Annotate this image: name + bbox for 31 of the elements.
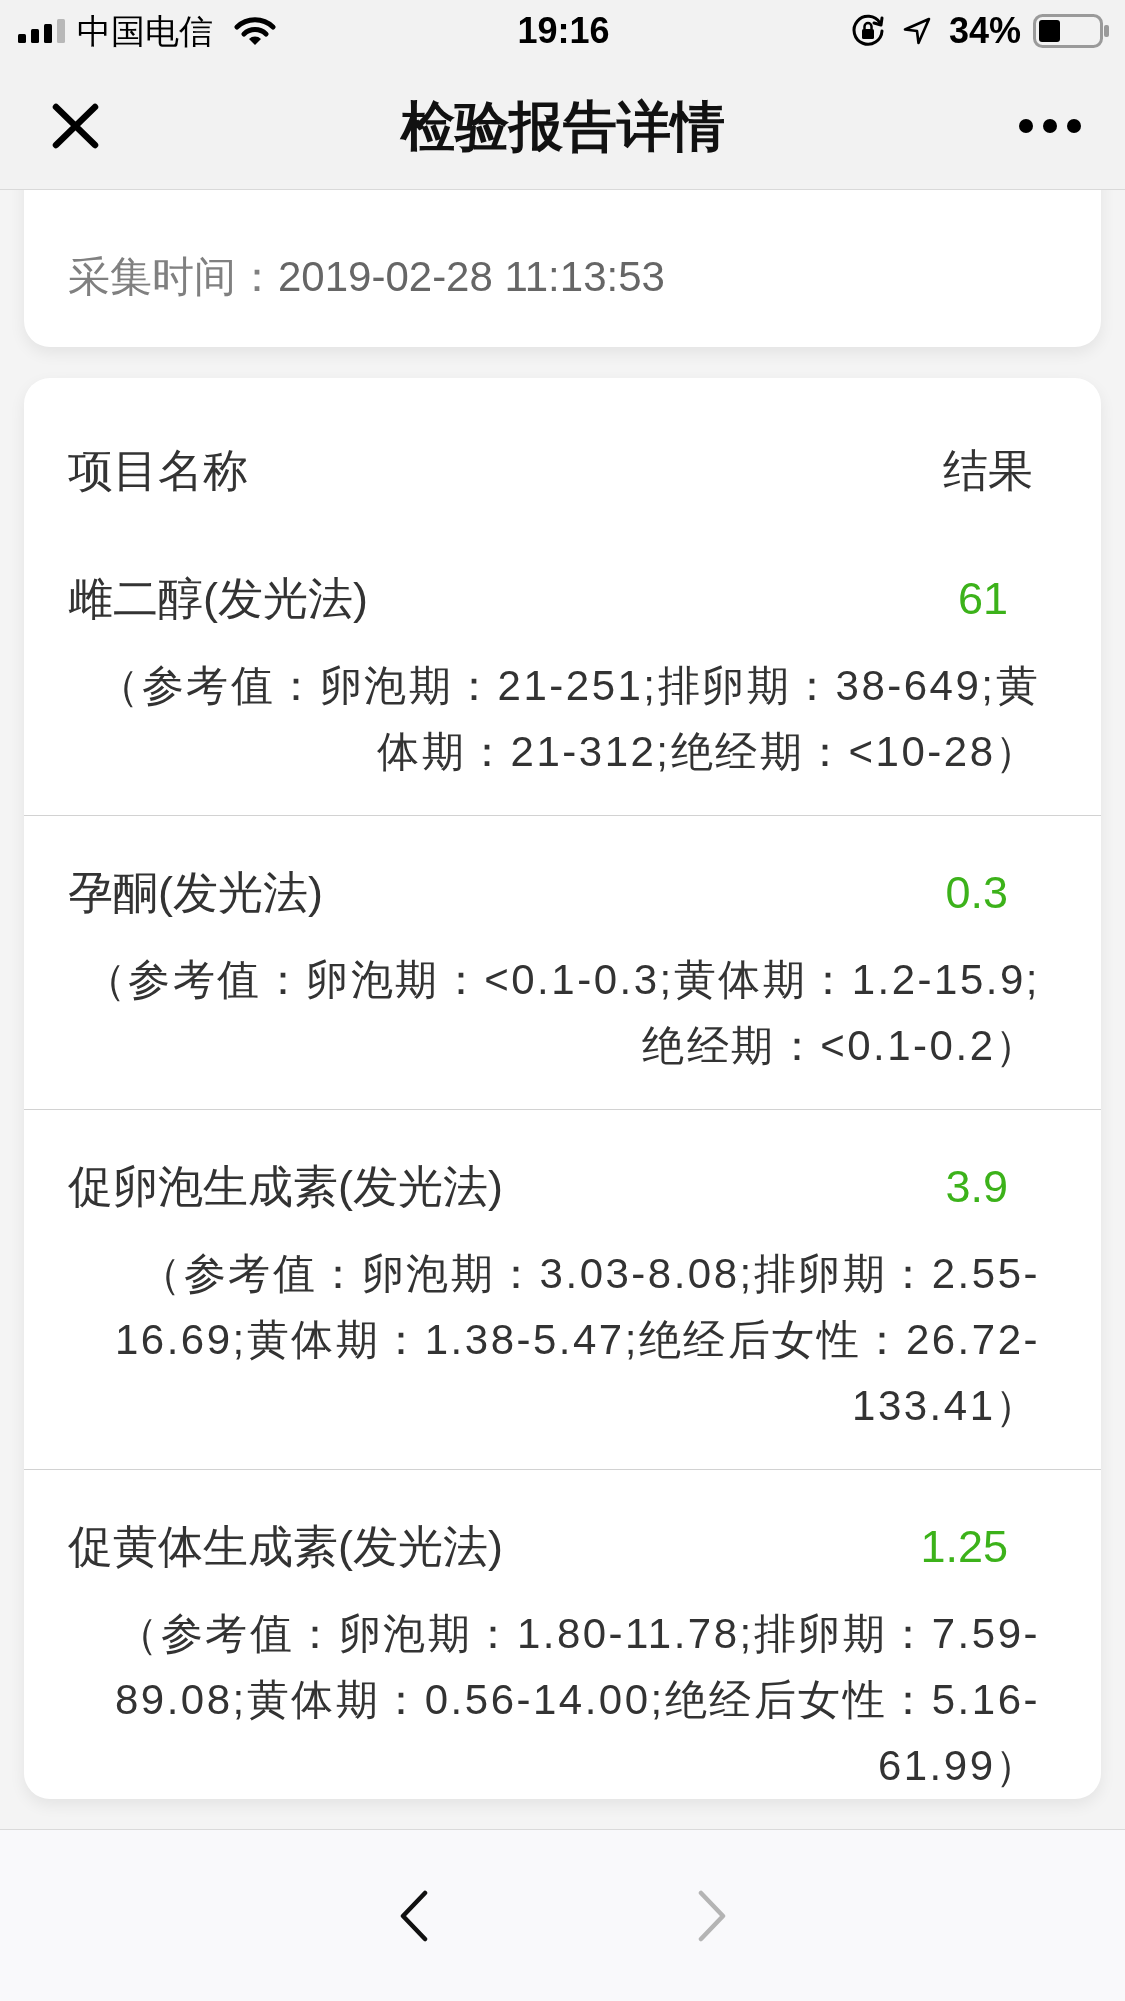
rotation-lock-icon xyxy=(850,14,885,48)
test-result: 3.9 xyxy=(945,1160,1008,1214)
more-icon xyxy=(1019,118,1081,133)
column-header: 项目名称 xyxy=(68,444,248,498)
location-arrow-icon xyxy=(902,17,931,45)
chevron-right-icon xyxy=(696,1890,727,1942)
more-button[interactable] xyxy=(1019,118,1081,133)
signal-icon xyxy=(18,19,66,43)
reference-range: （参考值：卵泡期：3.03-8.08;排卵期：2.55-16.69;黄体期：1.38-5.47;绝经后女性：26.72-133.41） xyxy=(113,1249,1040,1431)
test-name: 雌二醇(发光法) xyxy=(68,572,368,626)
test-result: 61 xyxy=(957,572,1008,626)
battery-icon xyxy=(1033,14,1109,48)
info-label: 采集时间： xyxy=(68,252,278,302)
wifi-icon xyxy=(234,16,276,46)
test-result: 1.25 xyxy=(920,1520,1008,1574)
chevron-left-icon xyxy=(398,1890,429,1942)
reference-range: （参考值：卵泡期：21-251;排卵期：38-649;黄体期：21-312;绝经期：<10-28） xyxy=(96,661,1040,777)
battery-percent: 34% xyxy=(948,11,1021,51)
close-icon xyxy=(52,102,99,149)
reference-range: （参考值：卵泡期：1.80-11.78;排卵期：7.59-89.08;黄体期：0.56-14.00;绝经后女性：5.16-61.99） xyxy=(113,1609,1040,1791)
column-header: 结果 xyxy=(943,444,1033,498)
test-name: 孕酮(发光法) xyxy=(68,866,323,920)
close-button[interactable] xyxy=(52,102,99,149)
test-result: 0.3 xyxy=(945,866,1008,920)
status-time: 19:16 xyxy=(517,11,610,51)
carrier-name: 中国电信 xyxy=(77,11,213,51)
test-name: 促黄体生成素(发光法) xyxy=(68,1520,503,1574)
info-value: 2019-02-28 11:13:53 xyxy=(278,252,665,302)
reference-range: （参考值：卵泡期：<0.1-0.3;黄体期：1.2-15.9;绝经期：<0.1-0.2） xyxy=(82,955,1040,1071)
page-title: 检验报告详情 xyxy=(399,94,726,158)
test-name: 促卵泡生成素(发光法) xyxy=(68,1160,503,1214)
